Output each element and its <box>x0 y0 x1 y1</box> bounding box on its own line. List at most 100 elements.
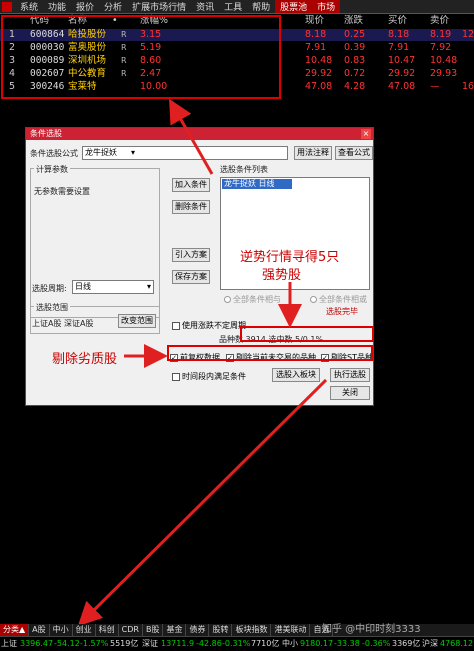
tab-neeq[interactable]: 股转 <box>209 624 233 636</box>
tab-category[interactable]: 分类▲ <box>0 624 30 636</box>
menu-market[interactable]: 市场 <box>312 0 341 13</box>
zx-amount: 3369亿 <box>392 639 421 648</box>
cell-price: 47.08 <box>305 81 333 92</box>
tab-funds[interactable]: 基金 <box>163 624 187 636</box>
tab-a-shares[interactable]: A股 <box>29 624 50 636</box>
zx-pct: -0.36% <box>362 639 391 648</box>
cell-price: 7.91 <box>305 42 327 53</box>
sz-change: -42.86 <box>196 639 222 648</box>
annotation-left: 剔除劣质股 <box>52 352 118 367</box>
condition-list-item[interactable]: 龙牛捉妖 日线 <box>222 179 292 189</box>
cell-buy: 47.08 <box>388 81 416 92</box>
cell-extra: 12 <box>462 29 474 40</box>
menu-news[interactable]: 资讯 <box>191 0 219 13</box>
cell-price: 29.92 <box>305 68 333 79</box>
done-status: 选股完毕 <box>326 307 358 316</box>
hs-label[interactable]: 沪深 <box>422 637 438 651</box>
tab-cdr[interactable]: CDR <box>119 624 143 636</box>
change-scope-button[interactable]: 改变范围 <box>118 314 156 328</box>
filters-highlight-box <box>167 345 373 361</box>
cell-buy: 29.92 <box>388 68 416 79</box>
tab-sector-index[interactable]: 板块指数 <box>232 624 272 636</box>
sh-change: -54.12 <box>54 639 80 648</box>
header-bid[interactable]: 买价 <box>388 15 407 27</box>
scope-value: 上证A股 深证A股 <box>32 319 94 328</box>
annotation-top-2: 强势股 <box>262 268 302 283</box>
sz-amount: 7710亿 <box>251 639 280 648</box>
formula-label: 条件选股公式 <box>30 149 78 158</box>
cell-sell: 7.92 <box>430 42 452 53</box>
cell-up: 4.28 <box>344 81 366 92</box>
menu-system[interactable]: 系统 <box>15 0 43 13</box>
period-select[interactable]: 日线 ▾ <box>72 280 154 294</box>
close-button[interactable]: 关闭 <box>330 386 370 400</box>
radio-all-and[interactable]: 全部条件相与 <box>224 294 281 305</box>
menu-ext-market[interactable]: 扩展市场行情 <box>127 0 191 13</box>
period-satisfied-checkbox[interactable]: 时间段内满足条件 <box>172 371 246 382</box>
header-ask[interactable]: 卖价 <box>430 15 449 27</box>
no-params-text: 无参数需要设置 <box>34 187 90 196</box>
radio-icon <box>224 296 231 303</box>
header-price[interactable]: 现价 <box>305 15 324 27</box>
zx-label[interactable]: 中小 <box>282 637 298 651</box>
cell-up: 0.72 <box>344 68 366 79</box>
hs-value: 4768.12 <box>440 639 474 648</box>
annotation-top: 逆势行情寻得5只 <box>240 250 340 265</box>
sz-label[interactable]: 深证 <box>142 637 158 651</box>
cell-buy: 7.91 <box>388 42 410 53</box>
close-icon[interactable]: × <box>361 129 371 139</box>
menu-stock-pool[interactable]: 股票池 <box>275 0 313 13</box>
to-block-button[interactable]: 选股入板块 <box>272 368 320 382</box>
view-formula-button[interactable]: 查看公式 <box>335 146 373 160</box>
tab-b-shares[interactable]: B股 <box>143 624 164 636</box>
header-up-down[interactable]: 涨跌 <box>344 15 363 27</box>
cell-up: 0.83 <box>344 55 366 66</box>
cell-price: 8.18 <box>305 29 327 40</box>
cell-sell: — <box>430 81 440 92</box>
cell-sell: 29.93 <box>430 68 458 79</box>
tab-hk-us[interactable]: 港美联动 <box>271 624 311 636</box>
import-plan-button[interactable]: 引入方案 <box>172 248 210 262</box>
sz-pct: -0.31% <box>222 639 251 648</box>
menu-function[interactable]: 功能 <box>43 0 71 13</box>
menu-help[interactable]: 帮助 <box>247 0 275 13</box>
app-logo-icon[interactable] <box>2 1 12 12</box>
delete-condition-button[interactable]: 删除条件 <box>172 200 210 214</box>
tab-star[interactable]: 科创 <box>96 624 119 636</box>
result-highlight-box <box>240 326 374 342</box>
use-indefinite-period-checkbox[interactable]: 使用涨跌不定周期 <box>172 320 246 331</box>
cell-price: 10.48 <box>305 55 333 66</box>
stock-list-highlight-box <box>1 15 281 99</box>
add-condition-button[interactable]: 加入条件 <box>172 178 210 192</box>
formula-value: 龙牛捉妖 <box>85 148 117 157</box>
usage-notes-button[interactable]: 用法注释 <box>294 146 332 160</box>
period-label: 选股周期: <box>32 284 67 293</box>
chevron-down-icon: ▾ <box>146 282 151 291</box>
chevron-down-icon: ▾ <box>131 148 136 157</box>
menu-tools[interactable]: 工具 <box>219 0 247 13</box>
tab-gem[interactable]: 创业 <box>73 624 96 636</box>
dialog-titlebar: 条件选股 × <box>26 128 373 140</box>
sh-amount: 5519亿 <box>110 639 139 648</box>
formula-select[interactable]: 龙牛捉妖 ▾ <box>82 146 288 160</box>
sh-label[interactable]: 上证 <box>1 637 17 651</box>
tab-bonds[interactable]: 债券 <box>186 624 210 636</box>
cond-list-label: 选股条件列表 <box>220 165 268 174</box>
radio-all-and-label: 全部条件相与 <box>233 295 281 304</box>
app-window: 系统 功能 报价 分析 扩展市场行情 资讯 工具 帮助 股票池 市场 代码 名称… <box>0 0 474 651</box>
watermark: 知乎 @中印时刻3333 <box>322 624 421 635</box>
tab-sme[interactable]: 中小 <box>50 624 73 636</box>
sh-pct: -1.57% <box>80 639 109 648</box>
radio-icon <box>310 296 317 303</box>
menu-analysis[interactable]: 分析 <box>99 0 127 13</box>
run-screen-button[interactable]: 执行选股 <box>330 368 370 382</box>
sz-value: 13711.9 <box>161 639 195 648</box>
menu-quote[interactable]: 报价 <box>71 0 99 13</box>
sh-value: 3396.47 <box>20 639 54 648</box>
radio-all-or-label: 全部条件相或 <box>319 295 367 304</box>
radio-all-or[interactable]: 全部条件相或 <box>310 294 367 305</box>
scope-label: 选股范围 <box>34 302 70 313</box>
statusbar: 上证 3396.47 -54.12 -1.57% 5519亿 深证 13711.… <box>0 636 474 651</box>
menubar: 系统 功能 报价 分析 扩展市场行情 资讯 工具 帮助 股票池 市场 <box>0 0 474 14</box>
save-plan-button[interactable]: 保存方案 <box>172 270 210 284</box>
